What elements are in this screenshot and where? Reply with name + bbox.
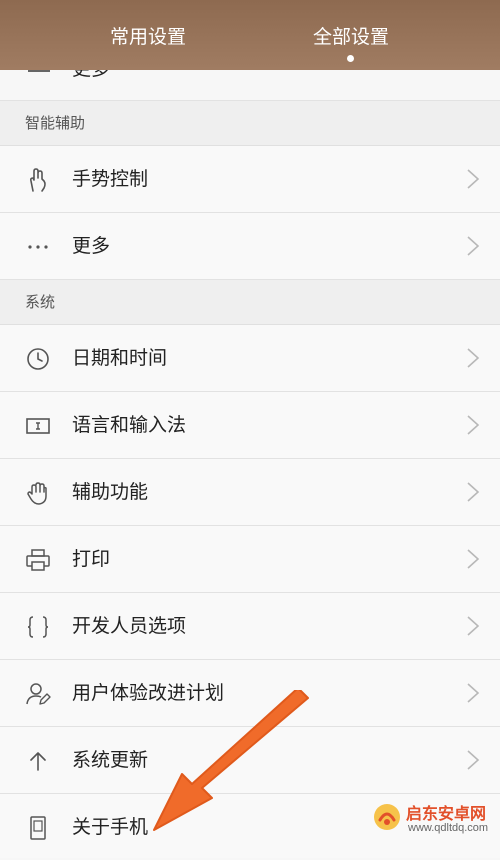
section-title: 智能辅助 [25,114,86,132]
partial-list-item-label: 更多 [72,70,110,81]
tab-all-settings[interactable]: 全部设置 [271,22,431,52]
list-item-gesture-control[interactable]: 手势控制 [0,146,500,213]
annotation-arrow [153,690,309,831]
arrow-up-icon [30,752,46,771]
list-item-language-input[interactable]: 语言和输入法 [0,392,500,459]
chevron-right-icon [467,750,480,770]
section-header-system: 系统 [0,280,500,325]
list-item-developer-options[interactable]: 开发人员选项 [0,593,500,660]
chevron-right-icon [467,482,480,502]
gesture-hand-icon [29,168,46,192]
list-item-label: 开发人员选项 [72,615,187,637]
more-dots-icon [28,245,48,249]
tab-common-settings[interactable]: 常用设置 [68,22,228,52]
list-item-label: 日期和时间 [72,347,168,369]
printer-icon [26,549,50,571]
chevron-right-icon [467,169,480,189]
selected-tab-indicator [347,55,354,62]
section-title: 系统 [25,293,56,311]
list-item-label: 辅助功能 [72,481,149,503]
input-cursor-icon [26,418,50,434]
braces-icon [27,616,49,638]
list-item-label: 打印 [72,548,111,570]
list-item-label: 关于手机 [72,816,149,838]
watermark-title: 启东安卓网 [406,804,487,823]
list-item-label: 更多 [72,235,111,257]
section-header-smart-assist: 智能辅助 [0,101,500,146]
partial-list-item-more[interactable]: 更多 [0,70,500,101]
user-edit-icon [26,683,51,705]
clock-icon [27,348,49,370]
chevron-right-icon [467,683,480,703]
list-item-more[interactable]: 更多 [0,213,500,280]
list-item-print[interactable]: 打印 [0,526,500,593]
chevron-right-icon [467,549,480,569]
phone-icon [30,816,46,840]
watermark-logo-icon [374,804,400,830]
watermark-url: www.qdltdq.com [408,822,489,834]
chevron-right-icon [467,236,480,256]
list-item-accessibility[interactable]: 辅助功能 [0,459,500,526]
more-dots-icon [28,70,50,72]
chevron-right-icon [467,415,480,435]
list-item-label: 手势控制 [72,168,149,190]
list-item-label: 语言和输入法 [72,414,187,436]
chevron-right-icon [467,348,480,368]
chevron-right-icon [467,616,480,636]
list-item-label: 系统更新 [72,749,149,771]
list-item-date-time[interactable]: 日期和时间 [0,325,500,392]
hand-icon [27,482,47,505]
watermark: 启东安卓网 www.qdltdq.com [368,794,500,858]
tab-bar: 常用设置 全部设置 [0,0,500,70]
